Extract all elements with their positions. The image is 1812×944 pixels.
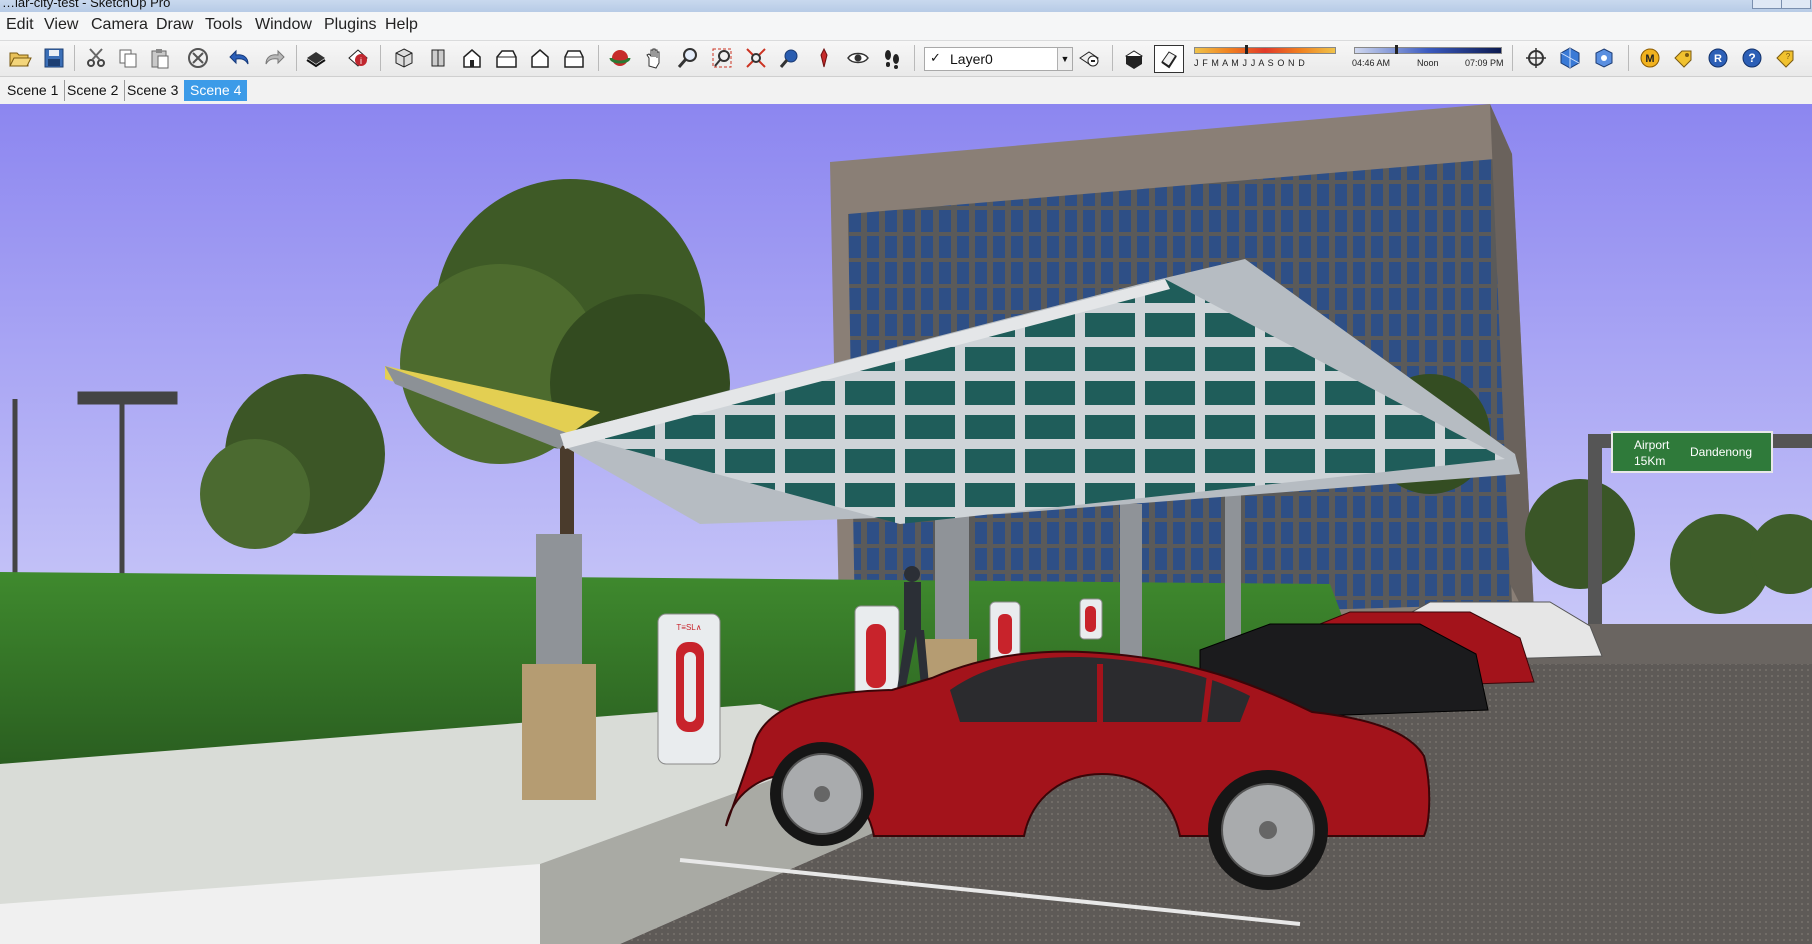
layer-select[interactable]: ✓ Layer0 ▼ (924, 47, 1073, 71)
zoom-extents-icon[interactable] (742, 45, 770, 71)
tab-scene-2[interactable]: Scene 2 (61, 80, 126, 101)
share-model-icon[interactable] (1590, 45, 1618, 71)
plugin-r-icon[interactable]: R (1704, 45, 1732, 71)
undo-icon[interactable] (226, 45, 254, 71)
zoom-icon[interactable] (674, 45, 702, 71)
menu-bar: Edit View Camera Draw Tools Window Plugi… (0, 12, 1812, 41)
front-wheel (770, 742, 874, 846)
iso-view-icon[interactable] (390, 45, 418, 71)
display-shadows-icon[interactable] (1154, 45, 1184, 73)
maximize-button[interactable] (1781, 0, 1811, 9)
layer-checkmark-icon: ✓ (930, 50, 941, 65)
menu-draw[interactable]: Draw (156, 16, 193, 34)
svg-text:i: i (360, 56, 362, 66)
tab-scene-3[interactable]: Scene 3 (121, 80, 186, 101)
menu-view[interactable]: View (44, 16, 78, 34)
svg-text:?: ? (1786, 52, 1791, 61)
road-sign-line1: Airport (1634, 438, 1670, 452)
redo-icon[interactable] (260, 45, 288, 71)
front-view-icon[interactable] (458, 45, 486, 71)
help-icon[interactable]: ? (1738, 45, 1766, 71)
tab-scene-4[interactable]: Scene 4 (184, 80, 248, 101)
shadow-time-slider[interactable]: 04:46 AM Noon 07:09 PM (1350, 45, 1505, 73)
time-start-label: 04:46 AM (1352, 58, 1391, 68)
road-sign-line2: 15Km (1634, 454, 1665, 468)
plugin-key-icon[interactable]: ? (1772, 45, 1800, 71)
plugin-tag-icon[interactable] (1670, 45, 1698, 71)
zoom-window-icon[interactable] (708, 45, 736, 71)
menu-camera[interactable]: Camera (91, 16, 148, 34)
back-view-icon[interactable] (526, 45, 554, 71)
right-view-icon[interactable] (492, 45, 520, 71)
tab-scene-1[interactable]: Scene 1 (1, 80, 66, 101)
menu-plugins[interactable]: Plugins (324, 16, 376, 34)
road-sign-right: Dandenong (1690, 445, 1752, 459)
paste-icon[interactable] (146, 45, 174, 71)
menu-help[interactable]: Help (385, 16, 418, 34)
get-models-icon[interactable] (1556, 45, 1584, 71)
position-camera-icon[interactable] (810, 45, 838, 71)
left-view-icon[interactable] (560, 45, 588, 71)
pan-icon[interactable] (640, 45, 668, 71)
menu-window[interactable]: Window (255, 16, 312, 34)
shadow-date-slider[interactable]: J F M A M J J A S O N D (1190, 45, 1340, 73)
model-viewport[interactable]: Airport 15Km Dandenong T≡SL∧ (0, 104, 1812, 944)
minimize-button[interactable] (1752, 0, 1782, 9)
look-around-icon[interactable] (844, 45, 872, 71)
shadow-months-label: J F M A M J J A S O N D (1194, 58, 1306, 68)
cut-icon[interactable] (82, 45, 110, 71)
chevron-down-icon[interactable]: ▼ (1057, 48, 1072, 70)
main-toolbar: i ✓ Layer0 ▼ J F M A M J J A S O N D 04:… (0, 41, 1812, 77)
window-title: …lar-city-test - SketchUp Pro (2, 0, 171, 10)
previous-view-icon[interactable] (776, 45, 804, 71)
crosshair-icon[interactable] (1522, 45, 1550, 71)
rear-wheel (1208, 770, 1328, 890)
open-icon[interactable] (6, 45, 34, 71)
svg-text:?: ? (1748, 51, 1755, 65)
shadow-settings-icon[interactable] (1120, 45, 1148, 71)
svg-text:M: M (1645, 53, 1654, 65)
charger-1: T≡SL∧ (657, 613, 721, 765)
top-view-icon[interactable] (424, 45, 452, 71)
time-end-label: 07:09 PM (1465, 58, 1504, 68)
copy-icon[interactable] (114, 45, 142, 71)
time-mid-label: Noon (1417, 58, 1439, 68)
layer-manager-icon[interactable] (1075, 45, 1103, 71)
erase-icon[interactable] (184, 45, 212, 71)
layer-value: Layer0 (950, 51, 993, 67)
scene-tabs: Scene 1 Scene 2 Scene 3 Scene 4 (0, 77, 1812, 105)
menu-edit[interactable]: Edit (6, 16, 34, 34)
orbit-icon[interactable] (606, 45, 634, 71)
title-bar: …lar-city-test - SketchUp Pro (0, 0, 1812, 12)
print-icon[interactable] (302, 45, 330, 71)
charger-4 (1079, 598, 1103, 640)
svg-text:R: R (1714, 53, 1722, 65)
walk-icon[interactable] (878, 45, 906, 71)
menu-tools[interactable]: Tools (205, 16, 242, 34)
save-icon[interactable] (40, 45, 68, 71)
model-info-icon[interactable]: i (344, 45, 372, 71)
charger-label: T≡SL∧ (676, 623, 701, 632)
plugin-m-icon[interactable]: M (1636, 45, 1664, 71)
